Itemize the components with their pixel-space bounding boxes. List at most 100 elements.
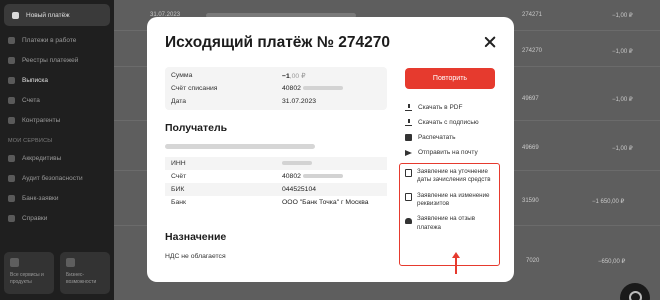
sidebar: Новый платёж Платежи в работе Реестры пл… <box>0 0 114 300</box>
action-label: Отправить на почту <box>418 149 478 156</box>
accounts-icon <box>8 96 15 104</box>
document-icon <box>8 214 15 222</box>
document-actions: Скачать в PDF Скачать с подписью Распеча… <box>405 100 505 160</box>
action-label: Скачать в PDF <box>418 104 463 111</box>
row-amount: −1,00 ₽ <box>612 97 633 103</box>
row-number: 49669 <box>522 145 539 151</box>
action-label: Распечатать <box>418 134 456 141</box>
statements-highlight-box: Заявление на уточнение даты зачисления с… <box>399 163 500 266</box>
all-services-card[interactable]: Все сервисы и продукты <box>4 252 54 294</box>
repeat-payment-button[interactable]: Повторить <box>405 68 495 89</box>
sidebar-item-certificates[interactable]: Справки <box>0 208 114 228</box>
statement-label: Заявление на отзыв платежа <box>417 215 476 231</box>
account-number-prefix: 40802 <box>282 85 301 92</box>
grid-icon <box>10 258 19 267</box>
row-amount: −1,00 ₽ <box>612 49 633 55</box>
recipient-title: Получатель <box>165 122 228 134</box>
business-opportunities-card[interactable]: Бизнес-возможности <box>60 252 110 294</box>
row-amount: −1 650,00 ₽ <box>592 199 625 205</box>
sidebar-item-statement[interactable]: Выписка <box>0 70 114 90</box>
payments-icon <box>8 36 15 44</box>
payment-details-modal: Исходящий платёж № 274270 Сумма −1,00 ₽ … <box>147 17 514 282</box>
recipient-value: ООО "Банк Точка" г Москва <box>282 199 369 206</box>
row-number: 274271 <box>522 12 543 18</box>
new-payment-label: Новый платёж <box>26 11 70 19</box>
account-number-blurred <box>302 86 343 91</box>
recipient-name-blurred <box>165 144 315 149</box>
sidebar-item-label: Справки <box>22 214 48 222</box>
plus-icon <box>12 11 19 19</box>
star-icon <box>66 258 75 267</box>
download-pdf-link[interactable]: Скачать в PDF <box>405 100 505 115</box>
sidebar-item-label: Платежи в работе <box>22 36 77 44</box>
sidebar-item-label: Аккредитивы <box>22 154 62 162</box>
download-icon <box>405 104 412 111</box>
recipient-label: Счёт <box>171 173 187 180</box>
sidebar-item-payment-registries[interactable]: Реестры платежей <box>0 50 114 70</box>
statement-clarify-date-link[interactable]: Заявление на уточнение даты зачисления с… <box>405 168 499 185</box>
recipient-row-bank: Банк ООО "Банк Точка" г Москва <box>165 196 387 209</box>
sidebar-item-letters-of-credit[interactable]: Аккредитивы <box>0 148 114 168</box>
recipient-value <box>282 160 312 167</box>
sidebar-item-contractors[interactable]: Контрагенты <box>0 110 114 130</box>
print-link[interactable]: Распечатать <box>405 130 505 145</box>
row-number: 49697 <box>522 96 539 102</box>
sidebar-item-security-audit[interactable]: Аудит безопасности <box>0 168 114 188</box>
recipient-account-blurred <box>302 174 343 179</box>
recipient-label: ИНН <box>171 160 186 167</box>
sidebar-item-label: Реестры платежей <box>22 56 79 64</box>
summary-value: −1,00 ₽ <box>282 72 305 80</box>
service-icon <box>8 194 15 202</box>
recipient-row-bik: БИК 044525104 <box>165 183 387 196</box>
statement-icon <box>8 76 15 84</box>
send-email-link[interactable]: Отправить на почту <box>405 145 505 160</box>
row-number: 31590 <box>522 198 539 204</box>
payment-summary: Сумма −1,00 ₽ Счёт списания 40802 Дата 3… <box>165 67 387 110</box>
send-icon <box>405 149 412 156</box>
sidebar-item-label: Банк-заявки <box>22 194 59 202</box>
printer-icon <box>405 134 412 141</box>
recipient-label: БИК <box>171 186 185 193</box>
sidebar-item-bank-requests[interactable]: Банк-заявки <box>0 188 114 208</box>
sidebar-item-label: Выписка <box>22 76 49 84</box>
shield-icon <box>8 174 15 182</box>
summary-value: 40802 <box>282 85 343 92</box>
recipient-value: 044525104 <box>282 186 317 193</box>
recipient-value: 40802 <box>282 173 343 180</box>
recipient-row-account: Счёт 40802 <box>165 170 387 183</box>
summary-row-date: Дата 31.07.2023 <box>165 95 387 108</box>
row-amount: −1,00 ₽ <box>612 13 633 19</box>
summary-label: Сумма <box>171 72 193 79</box>
modal-title: Исходящий платёж № 274270 <box>165 34 391 51</box>
summary-row-amount: Сумма −1,00 ₽ <box>165 69 387 82</box>
contractors-icon <box>8 116 15 124</box>
document-icon <box>405 192 412 201</box>
summary-label: Дата <box>171 98 187 105</box>
statement-label: Заявление на изменение реквизитов <box>417 191 490 208</box>
calendar-icon <box>405 169 412 177</box>
annotation-arrow-line <box>455 256 457 274</box>
purpose-text: НДС не облагается <box>165 253 226 260</box>
hand-icon <box>405 218 412 225</box>
purpose-title: Назначение <box>165 231 227 243</box>
action-label: Скачать с подписью <box>418 119 479 126</box>
sidebar-item-label: Контрагенты <box>22 116 61 124</box>
summary-label: Счёт списания <box>171 85 218 92</box>
card-label: Бизнес-возможности <box>66 272 97 285</box>
amount-integer: −1 <box>282 72 290 80</box>
new-payment-button[interactable]: Новый платёж <box>4 4 110 26</box>
row-number: 7020 <box>526 258 540 264</box>
statement-revoke-payment-link[interactable]: Заявление на отзыв платежа <box>405 215 499 232</box>
row-number: 274270 <box>522 48 543 54</box>
recipient-row-inn: ИНН <box>165 157 387 170</box>
statement-change-details-link[interactable]: Заявление на изменение реквизитов <box>405 192 499 209</box>
download-signed-link[interactable]: Скачать с подписью <box>405 115 505 130</box>
card-label: Все сервисы и продукты <box>10 272 44 285</box>
sidebar-item-accounts[interactable]: Счета <box>0 90 114 110</box>
close-icon[interactable] <box>483 35 497 49</box>
inn-blurred <box>282 161 312 166</box>
sidebar-item-payments-in-progress[interactable]: Платежи в работе <box>0 30 114 50</box>
recipient-details: ИНН Счёт 40802 БИК 044525104 Банк ООО "Б… <box>165 157 387 209</box>
row-amount: −650,00 ₽ <box>598 259 626 265</box>
recipient-account-prefix: 40802 <box>282 173 301 180</box>
